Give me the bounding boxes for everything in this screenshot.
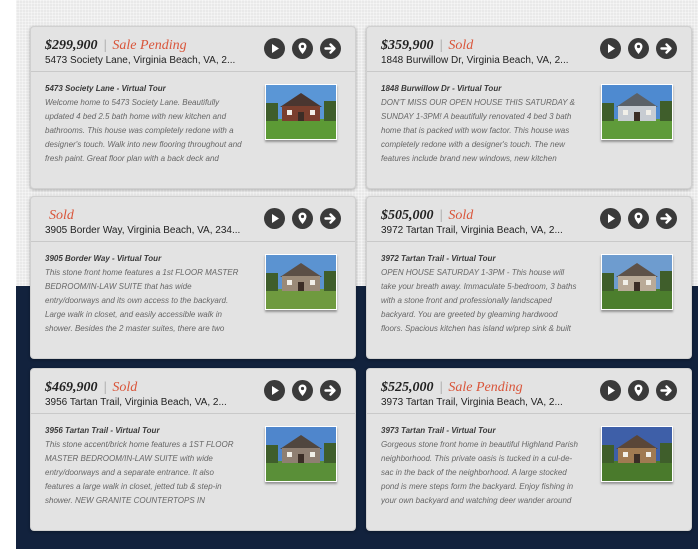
listing-actions <box>600 208 677 229</box>
price-separator: | <box>103 380 107 395</box>
virtual-tour-title[interactable]: 3956 Tartan Trail - Virtual Tour <box>45 426 160 435</box>
listing-photo[interactable] <box>601 84 673 140</box>
listing-description: DON'T MISS OUR OPEN HOUSE THIS SATURDAY … <box>381 98 575 163</box>
listing-status: Sale Pending <box>112 38 187 53</box>
listing-card-body: 3972 Tartan Trail - Virtual Tour OPEN HO… <box>367 242 691 358</box>
listing-status: Sold <box>49 208 74 223</box>
virtual-tour-title[interactable]: 3905 Border Way - Virtual Tour <box>45 254 161 263</box>
map-pin-icon[interactable] <box>292 380 313 401</box>
listing-address: 3973 Tartan Trail, Virginia Beach, VA, 2… <box>381 397 563 408</box>
listing-card-header: $299,900 | Sale Pending 5473 Society Lan… <box>31 27 355 72</box>
listing-card-body: 5473 Society Lane - Virtual Tour Welcome… <box>31 72 355 188</box>
map-pin-icon[interactable] <box>628 380 649 401</box>
arrow-right-icon[interactable] <box>320 380 341 401</box>
listing-card-body: 3973 Tartan Trail - Virtual Tour Gorgeou… <box>367 414 691 530</box>
listing-photo[interactable] <box>265 426 337 482</box>
listing-card[interactable]: Sold 3905 Border Way, Virginia Beach, VA… <box>30 196 356 359</box>
listing-description: This stone front home features a 1st FLO… <box>45 268 239 333</box>
virtual-tour-title[interactable]: 1848 Burwillow Dr - Virtual Tour <box>381 84 501 93</box>
arrow-right-icon[interactable] <box>656 38 677 59</box>
virtual-tour-title[interactable]: 3973 Tartan Trail - Virtual Tour <box>381 426 496 435</box>
arrow-right-icon[interactable] <box>320 208 341 229</box>
listing-price: $505,000 <box>381 208 434 223</box>
listing-photo[interactable] <box>601 254 673 310</box>
listing-price: $299,900 <box>45 38 98 53</box>
play-icon[interactable] <box>264 208 285 229</box>
price-line: $299,900 | Sale Pending <box>45 38 187 54</box>
listing-card-body: 3905 Border Way - Virtual Tour This ston… <box>31 242 355 358</box>
price-separator: | <box>439 380 443 395</box>
listing-status: Sold <box>112 380 138 395</box>
price-separator: | <box>439 38 443 53</box>
play-icon[interactable] <box>264 380 285 401</box>
listing-card[interactable]: $299,900 | Sale Pending 5473 Society Lan… <box>30 26 356 189</box>
listing-description: This stone accent/brick home features a … <box>45 440 234 505</box>
listing-card[interactable]: $505,000 | Sold 3972 Tartan Trail, Virgi… <box>366 196 692 359</box>
listing-card-body: 1848 Burwillow Dr - Virtual Tour DON'T M… <box>367 72 691 188</box>
play-icon[interactable] <box>600 38 621 59</box>
map-pin-icon[interactable] <box>628 38 649 59</box>
listing-price: $525,000 <box>381 380 434 395</box>
listing-status: Sold <box>448 38 474 53</box>
arrow-right-icon[interactable] <box>656 380 677 401</box>
listing-card-header: $505,000 | Sold 3972 Tartan Trail, Virgi… <box>367 197 691 242</box>
listing-actions <box>600 380 677 401</box>
price-line: $469,900 | Sold <box>45 380 137 396</box>
play-icon[interactable] <box>600 208 621 229</box>
listing-card-header: $469,900 | Sold 3956 Tartan Trail, Virgi… <box>31 369 355 414</box>
listing-card-header: $359,900 | Sold 1848 Burwillow Dr, Virgi… <box>367 27 691 72</box>
listing-card-body: 3956 Tartan Trail - Virtual Tour This st… <box>31 414 355 530</box>
listing-actions <box>264 380 341 401</box>
listing-card[interactable]: $359,900 | Sold 1848 Burwillow Dr, Virgi… <box>366 26 692 189</box>
map-pin-icon[interactable] <box>292 208 313 229</box>
listing-description: Gorgeous stone front home in beautiful H… <box>381 440 579 505</box>
price-line: $525,000 | Sale Pending <box>381 380 523 396</box>
listing-price: $359,900 <box>381 38 434 53</box>
virtual-tour-title[interactable]: 5473 Society Lane - Virtual Tour <box>45 84 166 93</box>
listing-address: 3905 Border Way, Virginia Beach, VA, 234… <box>45 225 241 236</box>
play-icon[interactable] <box>264 38 285 59</box>
listing-actions <box>264 208 341 229</box>
listing-card[interactable]: $469,900 | Sold 3956 Tartan Trail, Virgi… <box>30 368 356 531</box>
listing-address: 5473 Society Lane, Virginia Beach, VA, 2… <box>45 55 236 66</box>
listing-photo[interactable] <box>601 426 673 482</box>
price-separator: | <box>103 38 107 53</box>
listing-status: Sold <box>448 208 474 223</box>
arrow-right-icon[interactable] <box>320 38 341 59</box>
listing-photo[interactable] <box>265 84 337 140</box>
listing-photo[interactable] <box>265 254 337 310</box>
listing-address: 3956 Tartan Trail, Virginia Beach, VA, 2… <box>45 397 227 408</box>
listing-actions <box>264 38 341 59</box>
virtual-tour-title[interactable]: 3972 Tartan Trail - Virtual Tour <box>381 254 496 263</box>
listing-address: 1848 Burwillow Dr, Virginia Beach, VA, 2… <box>381 55 569 66</box>
listing-card[interactable]: $525,000 | Sale Pending 3973 Tartan Trai… <box>366 368 692 531</box>
listing-card-header: $525,000 | Sale Pending 3973 Tartan Trai… <box>367 369 691 414</box>
listing-description: Welcome home to 5473 Society Lane. Beaut… <box>45 98 242 163</box>
listing-status: Sale Pending <box>448 380 523 395</box>
listing-price: $469,900 <box>45 380 98 395</box>
listing-card-header: Sold 3905 Border Way, Virginia Beach, VA… <box>31 197 355 242</box>
listing-description: OPEN HOUSE SATURDAY 1-3PM - This house w… <box>381 268 577 333</box>
listing-actions <box>600 38 677 59</box>
map-pin-icon[interactable] <box>292 38 313 59</box>
price-line: $505,000 | Sold <box>381 208 473 224</box>
arrow-right-icon[interactable] <box>656 208 677 229</box>
price-line: Sold <box>45 208 74 224</box>
price-separator: | <box>439 208 443 223</box>
play-icon[interactable] <box>600 380 621 401</box>
price-line: $359,900 | Sold <box>381 38 473 54</box>
map-pin-icon[interactable] <box>628 208 649 229</box>
listing-address: 3972 Tartan Trail, Virginia Beach, VA, 2… <box>381 225 563 236</box>
